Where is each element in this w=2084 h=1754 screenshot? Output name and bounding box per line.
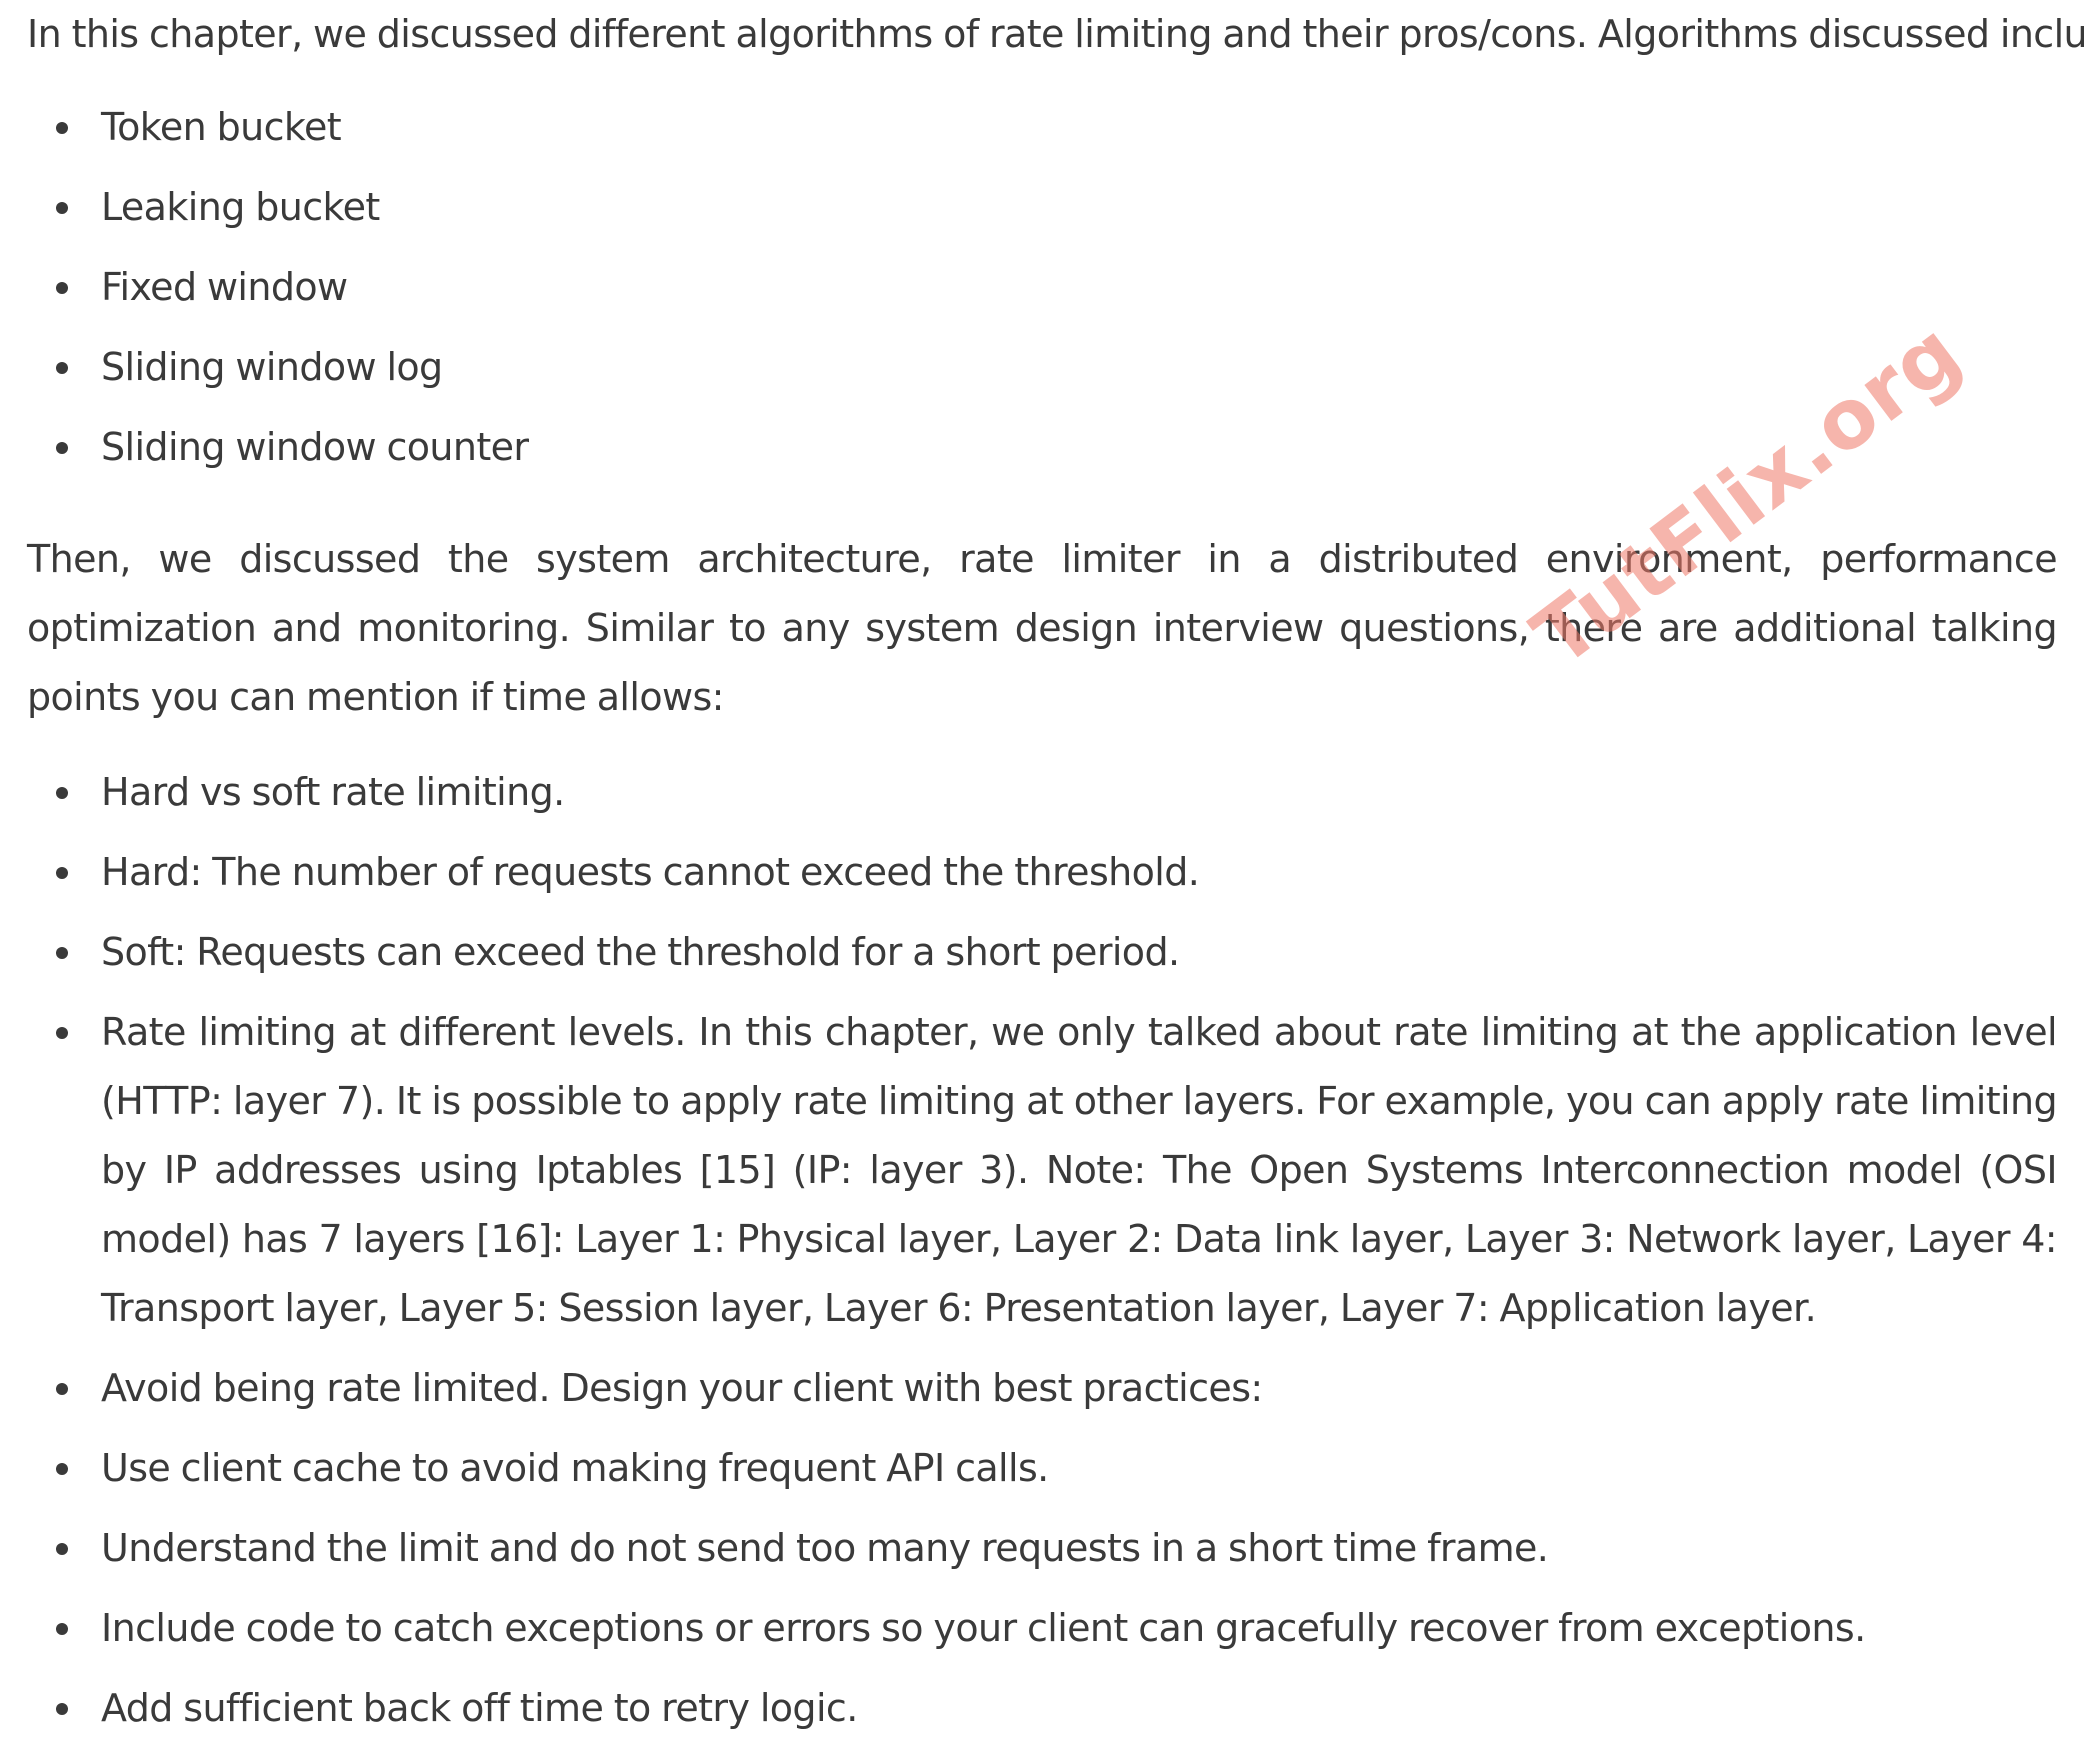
bullet-icon [56,947,68,959]
bullet-icon [56,122,68,134]
bullet-icon [56,442,68,454]
intro-paragraph: In this chapter, we discussed different … [27,12,2084,56]
list-item: Soft: Requests can exceed the threshold … [27,918,2057,987]
list-item-text: Hard vs soft rate limiting. [101,770,565,814]
summary-paragraph: Then, we discussed the system architectu… [27,537,2058,719]
list-item-text: Sliding window log [101,345,443,389]
bullet-icon [56,787,68,799]
list-item-text: Include code to catch exceptions or erro… [101,1606,1866,1650]
list-item: Use client cache to avoid making frequen… [27,1434,2057,1503]
talking-points-list: Hard vs soft rate limiting. Hard: The nu… [27,758,2058,1754]
list-item: Sliding window log [27,333,2057,402]
list-item-text: Rate limiting at different levels. In th… [101,1010,2058,1330]
bullet-icon [56,282,68,294]
bullet-icon [56,1383,68,1395]
list-item: Understand the limit and do not send too… [27,1514,2057,1583]
list-item: Token bucket [27,93,2057,162]
list-item-text: Use client cache to avoid making frequen… [101,1446,1049,1490]
list-item-text: Soft: Requests can exceed the threshold … [101,930,1180,974]
list-item: Add sufficient back off time to retry lo… [27,1674,2057,1743]
list-item-text: Hard: The number of requests cannot exce… [101,850,1200,894]
list-item-text: Sliding window counter [101,425,529,469]
list-item: Hard vs soft rate limiting. [27,758,2057,827]
list-item: Hard: The number of requests cannot exce… [27,838,2057,907]
list-item-text: Understand the limit and do not send too… [101,1526,1549,1570]
bullet-icon [56,202,68,214]
list-item-text: Leaking bucket [101,185,380,229]
list-item: Avoid being rate limited. Design your cl… [27,1354,2057,1423]
bullet-icon [56,1623,68,1635]
list-item-text: Add sufficient back off time to retry lo… [101,1686,858,1730]
bullet-icon [56,1463,68,1475]
bullet-icon [56,1703,68,1715]
list-item: Leaking bucket [27,173,2057,242]
list-item-text: Fixed window [101,265,348,309]
list-item: Rate limiting at different levels. In th… [27,998,2058,1343]
list-item-text: Token bucket [101,105,342,149]
list-item: Fixed window [27,253,2057,322]
bullet-icon [56,1027,68,1039]
bullet-icon [56,867,68,879]
list-item-text: Avoid being rate limited. Design your cl… [101,1366,1263,1410]
bullet-icon [56,362,68,374]
bullet-icon [56,1543,68,1555]
list-item: Include code to catch exceptions or erro… [27,1594,2057,1663]
